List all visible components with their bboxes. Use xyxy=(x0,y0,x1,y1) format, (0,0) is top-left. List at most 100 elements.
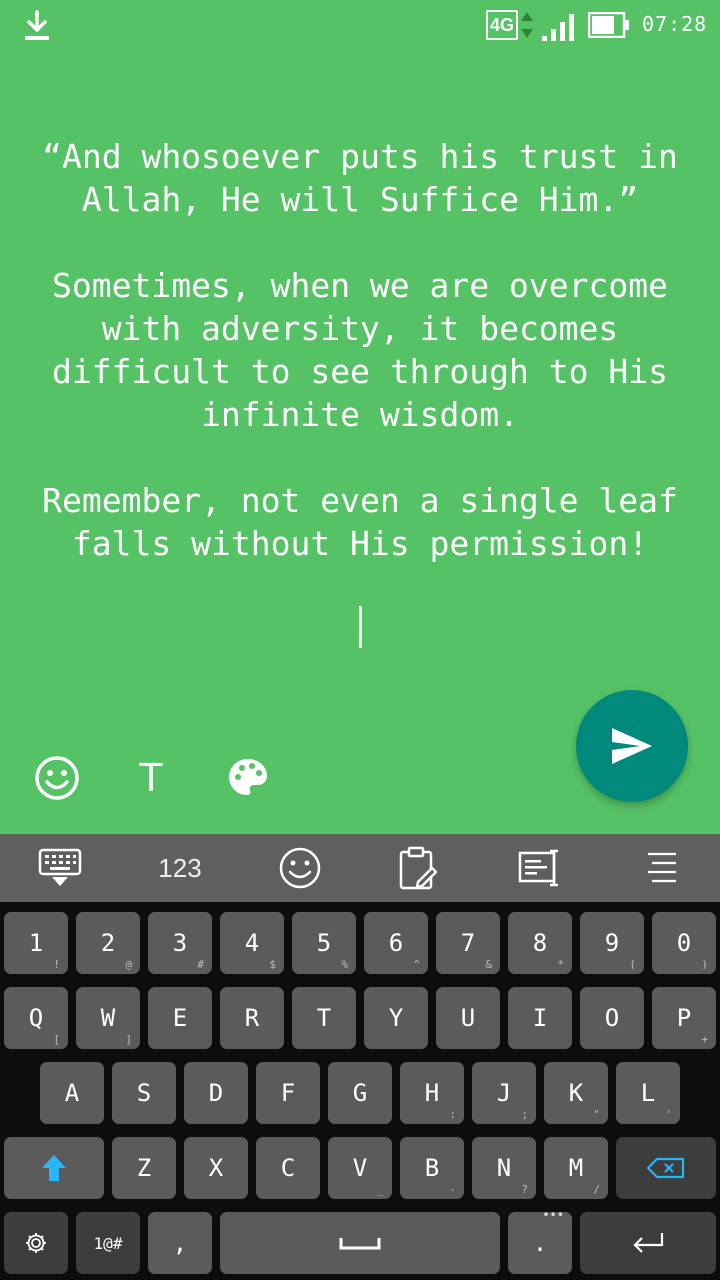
menu-button[interactable] xyxy=(622,834,702,902)
gear-icon xyxy=(26,1233,46,1253)
key-o[interactable]: O xyxy=(580,987,644,1049)
space-icon xyxy=(339,1238,381,1250)
key-v[interactable]: V _ xyxy=(328,1137,392,1199)
enter-icon xyxy=(633,1233,664,1253)
key-sub-label: ••• xyxy=(542,1208,564,1222)
key-label: M xyxy=(568,1154,584,1182)
key-f[interactable]: F xyxy=(256,1062,320,1124)
key-label: Y xyxy=(388,1004,404,1032)
key-label: 2 xyxy=(100,929,116,957)
key-7[interactable]: 7 & xyxy=(436,912,500,974)
key-label: W xyxy=(100,1004,116,1032)
numbers-button[interactable]: 123 xyxy=(140,834,220,902)
space-key[interactable] xyxy=(220,1212,500,1274)
key-label: 0 xyxy=(676,929,692,957)
text-paragraph: “And whosoever puts his trust in Allah, … xyxy=(42,137,678,219)
network-type-badge: 4G xyxy=(486,10,518,40)
key-label: V xyxy=(352,1154,368,1182)
send-button[interactable] xyxy=(576,690,688,802)
key-label: 3 xyxy=(172,929,188,957)
key-q[interactable]: Q[ xyxy=(4,987,68,1049)
key-label: N xyxy=(496,1154,512,1182)
key-4[interactable]: 4 $ xyxy=(220,912,284,974)
key-label: , xyxy=(172,1229,188,1257)
key-3[interactable]: 3 # xyxy=(148,912,212,974)
key-sub-label: % xyxy=(341,958,348,971)
key-x[interactable]: X xyxy=(184,1137,248,1199)
key-c[interactable]: C xyxy=(256,1137,320,1199)
backspace-key[interactable] xyxy=(616,1137,716,1199)
key-t[interactable]: T xyxy=(292,987,356,1049)
key-sub-label: ( xyxy=(629,958,636,971)
key-m[interactable]: M / xyxy=(544,1137,608,1199)
key-d[interactable]: D xyxy=(184,1062,248,1124)
key-2[interactable]: 2 @ xyxy=(76,912,140,974)
emoji-button[interactable] xyxy=(31,752,83,804)
key-9[interactable]: 9( xyxy=(580,912,644,974)
key-y[interactable]: Y xyxy=(364,987,428,1049)
key-k[interactable]: K " xyxy=(544,1062,608,1124)
key-sub-label: + xyxy=(701,1033,708,1046)
key-r[interactable]: R xyxy=(220,987,284,1049)
key-a[interactable]: A xyxy=(40,1062,104,1124)
symbols-key[interactable]: 1@# xyxy=(76,1212,140,1274)
key-0[interactable]: 0) xyxy=(652,912,716,974)
key-sub-label: * xyxy=(557,958,564,971)
key-b[interactable]: B- xyxy=(400,1137,464,1199)
key-label: B xyxy=(424,1154,440,1182)
key-h[interactable]: H: xyxy=(400,1062,464,1124)
key-u[interactable]: U xyxy=(436,987,500,1049)
text-edit-icon xyxy=(518,849,558,887)
text-style-button[interactable]: T xyxy=(125,752,177,804)
backspace-icon xyxy=(646,1157,685,1179)
shift-key[interactable] xyxy=(4,1137,104,1199)
key-sub-label: ! xyxy=(53,958,60,971)
key-label: O xyxy=(604,1004,620,1032)
keyboard: 1! 2 @ 3 # 4 $ 5% 6 ^ 7 & 8 * 9( 0) Q[ W] E R … xyxy=(0,902,720,1280)
key-sub-label: ? xyxy=(521,1183,528,1196)
key-sub-label: : xyxy=(449,1108,456,1121)
comma-key[interactable]: , xyxy=(148,1212,212,1274)
key-z[interactable]: Z xyxy=(112,1137,176,1199)
key-p[interactable]: P + xyxy=(652,987,716,1049)
toolbar-emoji-button[interactable] xyxy=(260,834,340,902)
send-icon xyxy=(612,728,652,764)
menu-icon xyxy=(648,852,676,883)
key-6[interactable]: 6 ^ xyxy=(364,912,428,974)
period-key[interactable]: . ••• xyxy=(508,1208,572,1274)
key-label: G xyxy=(352,1079,368,1107)
key-sub-label: $ xyxy=(269,958,276,971)
key-sub-label: ) xyxy=(701,958,708,971)
settings-key[interactable] xyxy=(4,1212,68,1274)
key-label: J xyxy=(496,1079,512,1107)
key-label: K xyxy=(568,1079,584,1107)
key-j[interactable]: J; xyxy=(472,1062,536,1124)
key-label: R xyxy=(244,1004,260,1032)
key-g[interactable]: G xyxy=(328,1062,392,1124)
download-icon xyxy=(25,10,49,40)
key-sub-label: ] xyxy=(125,1033,132,1046)
key-label: X xyxy=(208,1154,224,1182)
key-8[interactable]: 8 * xyxy=(508,912,572,974)
clipboard-button[interactable] xyxy=(378,834,458,902)
status-text-input[interactable]: “And whosoever puts his trust in Allah, … xyxy=(20,135,700,565)
key-label: 5 xyxy=(316,929,332,957)
key-1[interactable]: 1! xyxy=(4,912,68,974)
key-e[interactable]: E xyxy=(148,987,212,1049)
key-s[interactable]: S xyxy=(112,1062,176,1124)
color-button[interactable] xyxy=(222,752,274,804)
key-sub-label: - xyxy=(449,1183,456,1196)
key-l[interactable]: L ' xyxy=(616,1062,680,1124)
key-n[interactable]: N? xyxy=(472,1137,536,1199)
key-sub-label: / xyxy=(593,1183,600,1196)
text-edit-button[interactable] xyxy=(500,834,580,902)
emoji-icon xyxy=(35,756,79,800)
hide-keyboard-button[interactable] xyxy=(20,834,100,902)
key-5[interactable]: 5% xyxy=(292,912,356,974)
enter-key[interactable] xyxy=(580,1212,716,1274)
key-label: 1 xyxy=(28,929,44,957)
text-paragraph: Sometimes, when we are overcome with adv… xyxy=(52,266,668,434)
key-sub-label: & xyxy=(485,958,492,971)
key-w[interactable]: W] xyxy=(76,987,140,1049)
key-i[interactable]: I xyxy=(508,987,572,1049)
